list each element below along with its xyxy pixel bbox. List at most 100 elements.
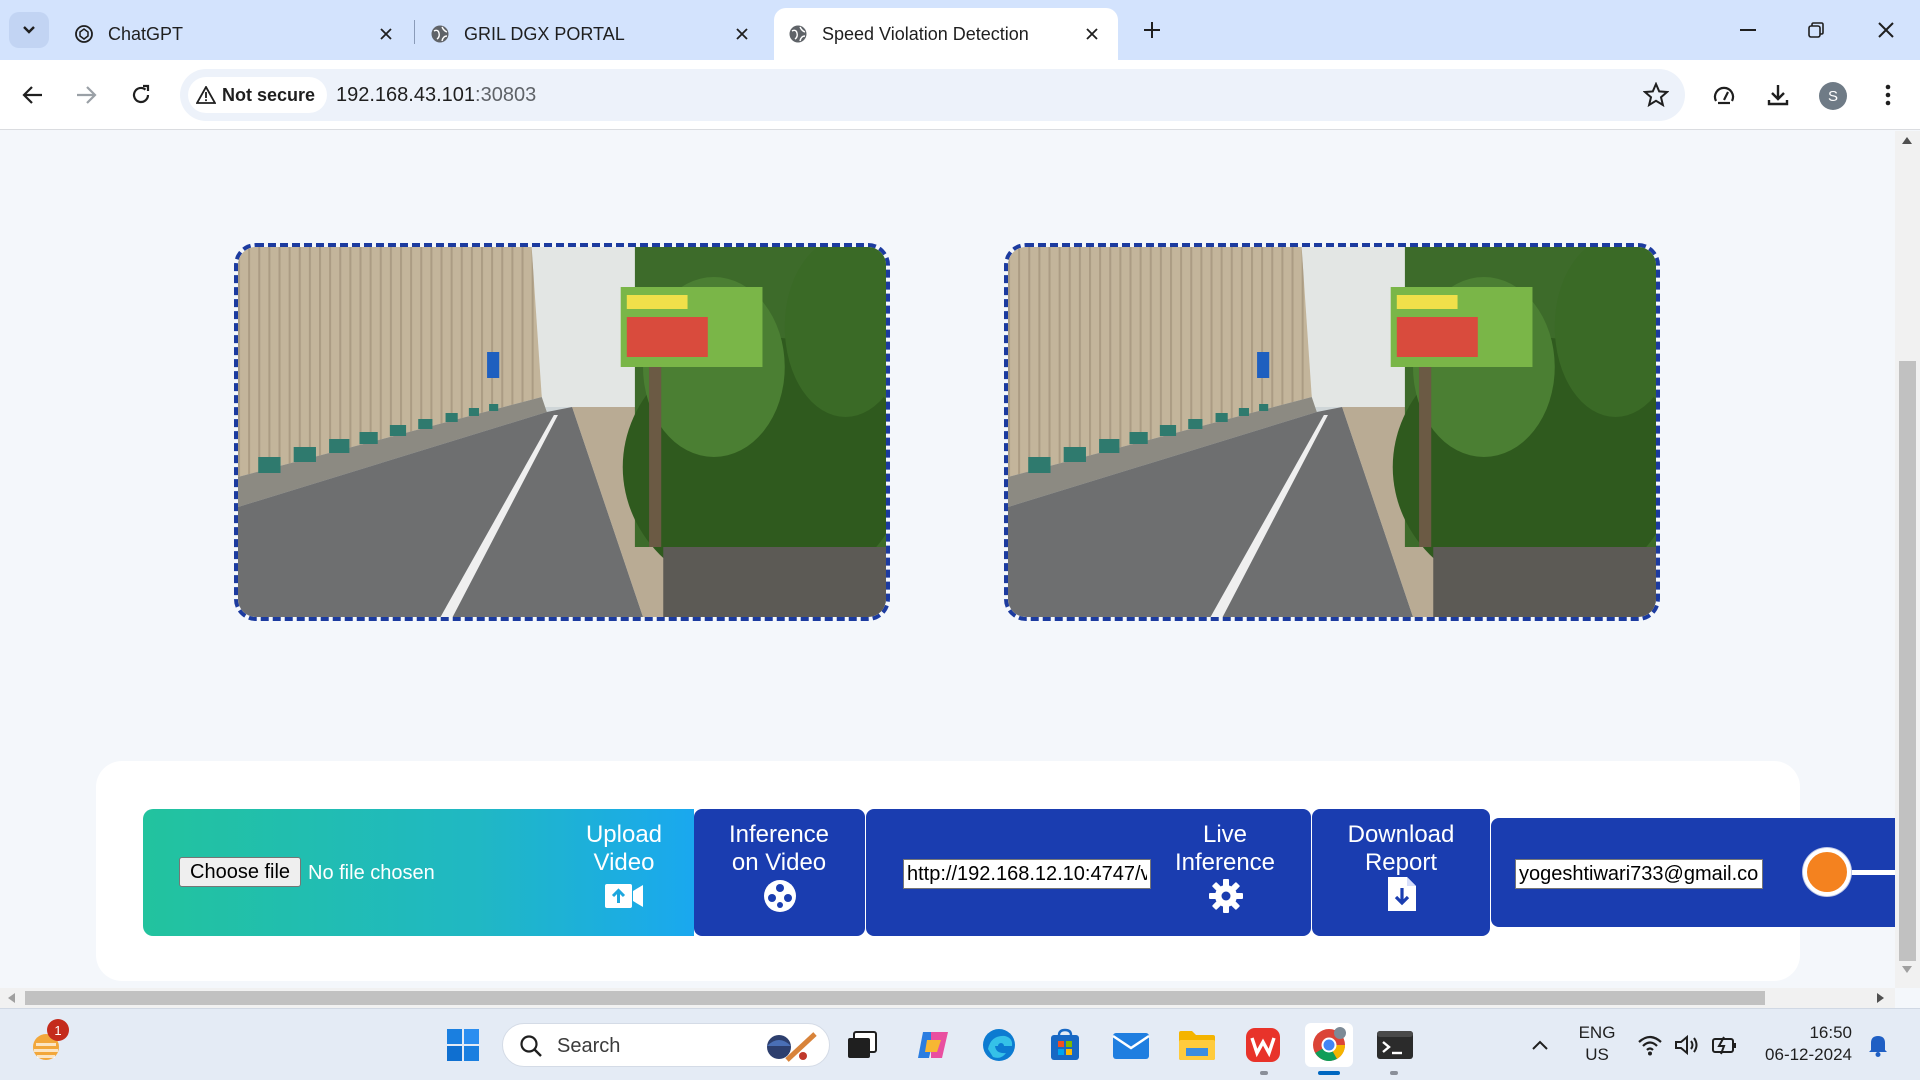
profile-avatar[interactable]: S (1819, 82, 1847, 110)
system-clock[interactable]: 16:50 06-12-2024 (1752, 1022, 1852, 1066)
choose-file-button[interactable]: Choose file (179, 857, 302, 887)
wps-office-icon (1246, 1028, 1280, 1062)
wifi-icon (1638, 1035, 1662, 1056)
close-tab-icon[interactable] (730, 22, 754, 46)
wps-office-button[interactable] (1241, 1023, 1285, 1067)
taskbar-search-placeholder: Search (557, 1035, 621, 1057)
tab-gril-dgx-portal[interactable]: GRIL DGX PORTAL (416, 8, 768, 60)
tab-search-button[interactable] (9, 12, 49, 48)
close-window-button[interactable] (1862, 10, 1910, 50)
speed-gauge-icon (1713, 86, 1735, 105)
cricket-search-highlight-icon (767, 1032, 817, 1062)
upload-section: Choose file No file chosen Upload Video (143, 809, 694, 936)
mail-button[interactable] (1109, 1023, 1153, 1067)
arrow-right-icon (77, 86, 97, 104)
live-inference-section: Live Inference (866, 809, 1311, 936)
tab-chatgpt[interactable]: ChatGPT (60, 8, 412, 60)
email-input[interactable] (1515, 859, 1763, 889)
active-app-indicator (1318, 1071, 1340, 1075)
back-button[interactable] (13, 75, 53, 115)
file-status-text: No file chosen (308, 862, 435, 884)
upload-label-line1: Upload (585, 821, 663, 848)
speaker-icon (1675, 1034, 1698, 1056)
battery-status[interactable] (1705, 1023, 1745, 1067)
task-view-button[interactable] (840, 1023, 884, 1067)
browser-toolbar: Not secure 192.168.43.101:30803 S (0, 60, 1920, 130)
file-download-icon (1382, 877, 1422, 911)
horizontal-scrollbar[interactable] (0, 988, 1895, 1008)
download-icon (1767, 85, 1789, 106)
language-indicator[interactable]: ENG US (1572, 1022, 1622, 1066)
folder-icon (1179, 1031, 1215, 1060)
scroll-up-arrow[interactable] (1902, 137, 1912, 144)
chevron-down-icon (23, 26, 35, 34)
restore-button[interactable] (1792, 10, 1840, 50)
vertical-scrollbar[interactable] (1895, 131, 1920, 988)
chevron-up-icon (1532, 1040, 1548, 1050)
stream-url-input[interactable] (903, 859, 1151, 889)
scroll-right-arrow[interactable] (1877, 993, 1884, 1003)
url-port: :30803 (475, 84, 537, 106)
battery-charging-icon (1712, 1036, 1736, 1055)
live-label-line2: Inference (1174, 849, 1276, 877)
inference-video-label: Inference on Video (709, 821, 849, 877)
live-label-line1: Live (1202, 821, 1248, 848)
clock-date: 06-12-2024 (1765, 1045, 1852, 1064)
tab-speed-violation-detection[interactable]: Speed Violation Detection (774, 8, 1118, 60)
globe-icon (789, 25, 807, 43)
vertical-scroll-thumb[interactable] (1899, 361, 1916, 961)
running-app-indicator (1260, 1071, 1268, 1075)
chrome-button[interactable] (1305, 1023, 1353, 1067)
mail-icon (1112, 1033, 1150, 1059)
horizontal-scroll-thumb[interactable] (25, 991, 1765, 1005)
download-report-label: Download Report (1331, 821, 1471, 877)
file-explorer-button[interactable] (1175, 1023, 1219, 1067)
road-scene-image (238, 247, 886, 617)
copilot-button[interactable] (911, 1023, 955, 1067)
minimize-button[interactable] (1724, 10, 1772, 50)
new-tab-button[interactable] (1136, 14, 1168, 46)
chatgpt-logo-icon (75, 25, 93, 43)
url-host: 192.168.43.101 (336, 84, 476, 106)
upload-video-button[interactable]: Upload Video (554, 821, 694, 877)
reload-icon (132, 84, 150, 104)
live-inference-button[interactable]: Live Inference (1155, 821, 1295, 877)
close-tab-icon[interactable] (1080, 22, 1104, 46)
video-upload-icon[interactable] (604, 879, 644, 913)
show-hidden-icons-button[interactable] (1518, 1023, 1562, 1067)
downloads-button[interactable] (1760, 77, 1796, 113)
tab-label: Speed Violation Detection (822, 23, 1029, 44)
performance-button[interactable] (1706, 77, 1742, 113)
scroll-down-arrow[interactable] (1902, 966, 1912, 973)
input-video-preview (234, 243, 890, 621)
reload-button[interactable] (121, 75, 161, 115)
toggle-switch[interactable] (1803, 848, 1851, 896)
gear-icon[interactable] (1206, 879, 1246, 913)
taskbar-search-box[interactable]: Search (502, 1023, 830, 1067)
edge-browser-button[interactable] (977, 1023, 1021, 1067)
close-tab-icon[interactable] (374, 22, 398, 46)
volume-status[interactable] (1667, 1023, 1707, 1067)
download-report-button[interactable]: Download Report (1312, 809, 1490, 936)
notification-badge: 1 (47, 1019, 69, 1041)
bell-icon (1869, 1036, 1887, 1057)
warning-triangle-icon (196, 86, 216, 104)
browser-menu-button[interactable] (1870, 77, 1906, 113)
microsoft-store-button[interactable] (1043, 1023, 1087, 1067)
address-bar[interactable]: Not secure 192.168.43.101:30803 (180, 69, 1685, 121)
output-video-preview (1004, 243, 1660, 621)
wifi-status[interactable] (1630, 1023, 1670, 1067)
terminal-button[interactable] (1373, 1023, 1417, 1067)
inference-on-video-button[interactable]: Inference on Video (694, 809, 865, 936)
arrow-left-icon (22, 86, 42, 104)
start-button[interactable] (441, 1023, 485, 1067)
forward-button[interactable] (66, 75, 106, 115)
site-security-chip[interactable]: Not secure (188, 77, 328, 113)
notifications-button[interactable] (1858, 1023, 1898, 1067)
email-section (1491, 818, 1895, 927)
scroll-left-arrow[interactable] (8, 993, 15, 1003)
minimize-icon (1740, 29, 1756, 31)
globe-icon (431, 25, 449, 43)
bookmark-star-icon[interactable] (1643, 82, 1669, 108)
store-icon (1051, 1028, 1079, 1060)
